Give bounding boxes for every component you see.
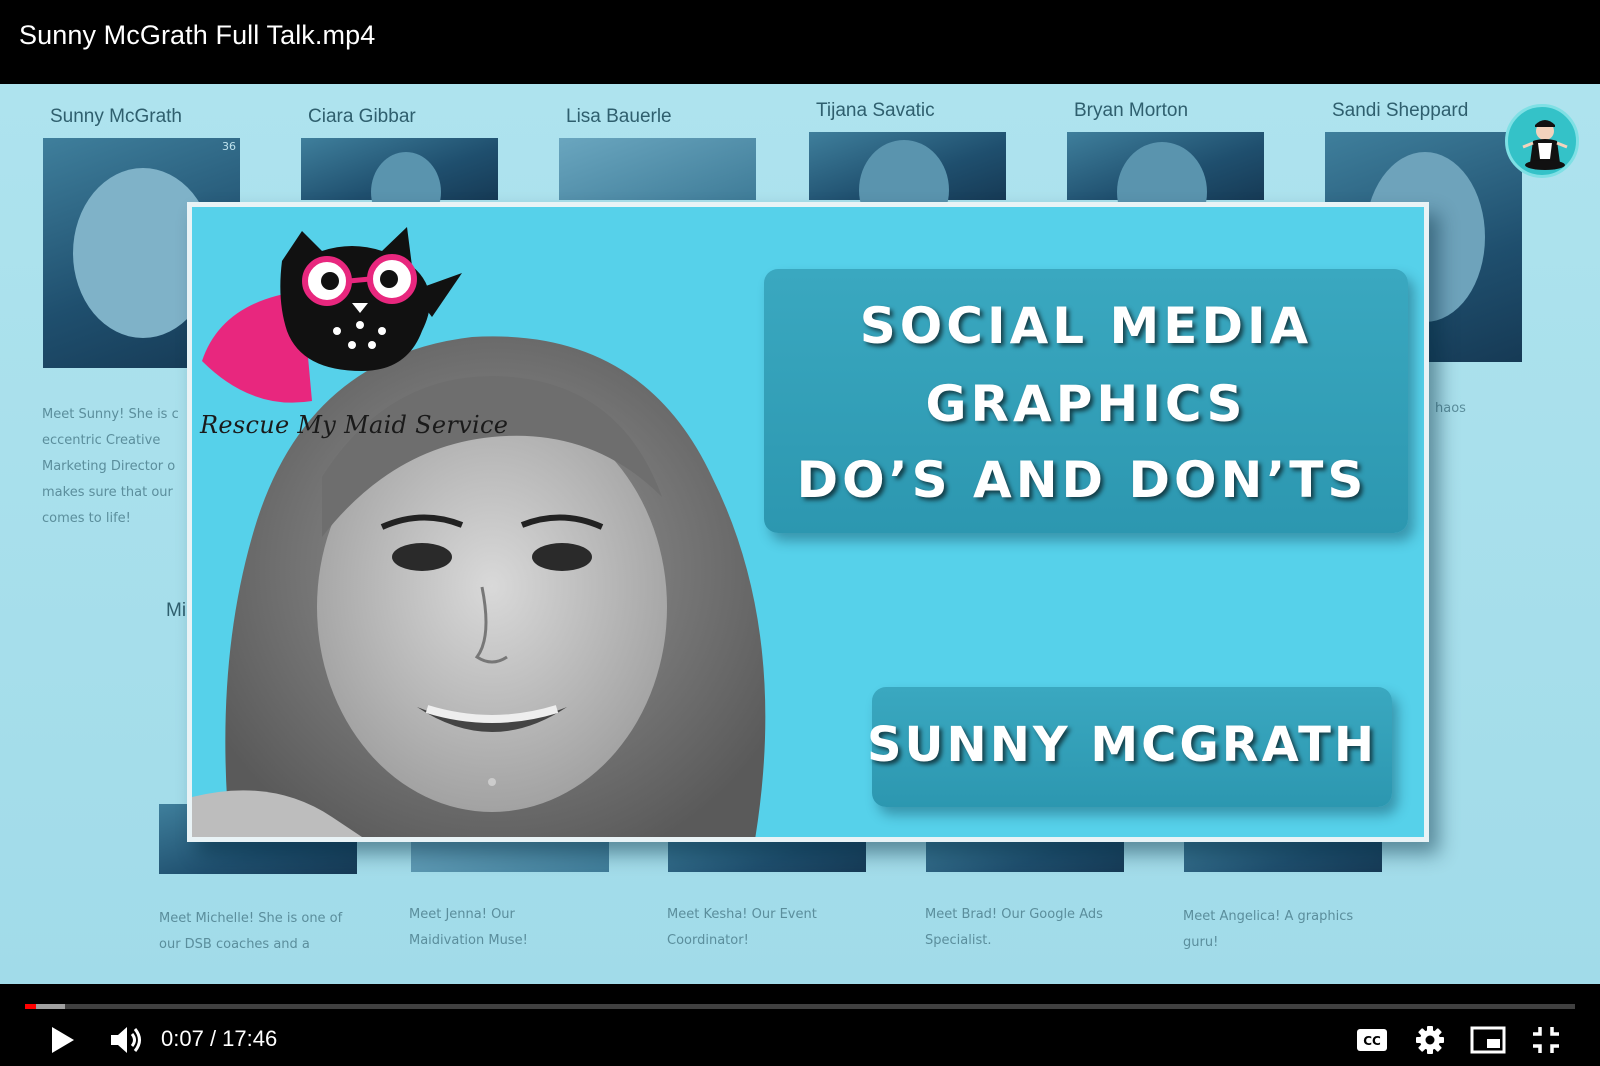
- photo-badge: 36: [222, 140, 236, 153]
- player-controls: 0:07 / 17:46 CC: [0, 984, 1600, 1066]
- time-current: 0:07: [161, 1026, 204, 1051]
- video-title-bar: Sunny McGrath Full Talk.mp4: [0, 0, 1600, 84]
- bio-line: Marketing Director o: [42, 459, 176, 474]
- exit-fullscreen-button[interactable]: [1526, 1020, 1566, 1060]
- settings-button[interactable]: [1410, 1020, 1450, 1060]
- time-total: 17:46: [222, 1026, 278, 1051]
- speaker-box: SUNNY MCGRATH: [867, 687, 1392, 807]
- brand-name: Rescue My Maid Service: [200, 411, 509, 439]
- team-name: Tijana Savatic: [816, 100, 935, 121]
- bio-line: Meet Kesha! Our Event: [667, 907, 817, 922]
- bio-line: Meet Angelica! A graphics: [1183, 909, 1354, 924]
- bio-line: makes sure that our: [42, 485, 173, 500]
- title-card: Rescue My Maid Service SOCIAL MEDIA GRAP…: [187, 202, 1429, 842]
- exit-fullscreen-icon: [1533, 1027, 1559, 1053]
- team-bio: Meet Jenna! Our Maidivation Muse!: [409, 902, 528, 954]
- team-names-row: Sunny McGrath Ciara Gibbar Lisa Bauerle …: [0, 96, 1600, 127]
- volume-button[interactable]: [104, 1020, 150, 1060]
- team-bio: Meet Brad! Our Google Ads Specialist.: [925, 902, 1103, 954]
- team-bio: Meet Kesha! Our Event Coordinator!: [667, 902, 817, 954]
- bio-line: comes to life!: [42, 511, 131, 526]
- progress-bar[interactable]: [25, 1004, 1575, 1009]
- headline-line: GRAPHICS: [925, 375, 1247, 433]
- bio-line: Specialist.: [925, 933, 992, 948]
- video-title[interactable]: Sunny McGrath Full Talk.mp4: [19, 20, 375, 51]
- bio-line: Meet Brad! Our Google Ads: [925, 907, 1103, 922]
- team-bio: Meet Michelle! She is one of our DSB coa…: [159, 906, 342, 958]
- volume-icon: [111, 1027, 141, 1053]
- play-icon: [52, 1027, 74, 1053]
- team-name: Bryan Morton: [1074, 100, 1189, 121]
- team-photo: [559, 138, 756, 200]
- play-button[interactable]: [42, 1020, 82, 1060]
- team-bio-partial: haos: [1435, 401, 1466, 416]
- bio-line: Meet Sunny! She is c: [42, 407, 179, 422]
- owl-logo-icon: [202, 227, 462, 403]
- gear-icon: [1416, 1026, 1444, 1054]
- team-name-partial: Mi: [166, 600, 187, 621]
- headline-line: SOCIAL MEDIA: [859, 297, 1313, 355]
- bio-line: Coordinator!: [667, 933, 749, 948]
- bio-line: guru!: [1183, 935, 1219, 950]
- time-display: 0:07 / 17:46: [161, 1026, 277, 1052]
- team-photo: [1067, 132, 1264, 242]
- team-photo: [809, 132, 1006, 240]
- headline-line: DO’S AND DON’TS: [796, 451, 1368, 509]
- maid-avatar-icon[interactable]: [1505, 104, 1579, 178]
- bio-line: Meet Michelle! She is one of: [159, 911, 343, 926]
- svg-text:CC: CC: [1363, 1034, 1381, 1048]
- team-name: Sandi Sheppard: [1332, 100, 1469, 121]
- bio-line: Meet Jenna! Our: [409, 907, 515, 922]
- bio-line: Maidivation Muse!: [409, 933, 528, 948]
- speaker-name: SUNNY MCGRATH: [866, 717, 1378, 773]
- team-photo: [301, 138, 498, 232]
- progress-played: [25, 1004, 36, 1009]
- team-bio: Meet Sunny! She is c eccentric Creative …: [42, 402, 179, 532]
- bio-line: our DSB coaches and a: [159, 937, 310, 952]
- captions-button[interactable]: CC: [1352, 1020, 1392, 1060]
- team-name: Ciara Gibbar: [308, 106, 416, 127]
- team-bio: Meet Angelica! A graphics guru!: [1183, 904, 1353, 956]
- video-frame[interactable]: Sunny McGrath Ciara Gibbar Lisa Bauerle …: [0, 84, 1600, 984]
- closed-captions-icon: CC: [1357, 1029, 1387, 1051]
- headline-box: SOCIAL MEDIA GRAPHICS DO’S AND DON’TS: [764, 269, 1408, 533]
- miniplayer-button[interactable]: [1468, 1020, 1508, 1060]
- miniplayer-icon: [1470, 1026, 1506, 1054]
- time-separator: /: [203, 1026, 223, 1051]
- team-name: Sunny McGrath: [50, 106, 182, 127]
- bio-line: eccentric Creative: [42, 433, 161, 448]
- team-name: Lisa Bauerle: [566, 106, 672, 127]
